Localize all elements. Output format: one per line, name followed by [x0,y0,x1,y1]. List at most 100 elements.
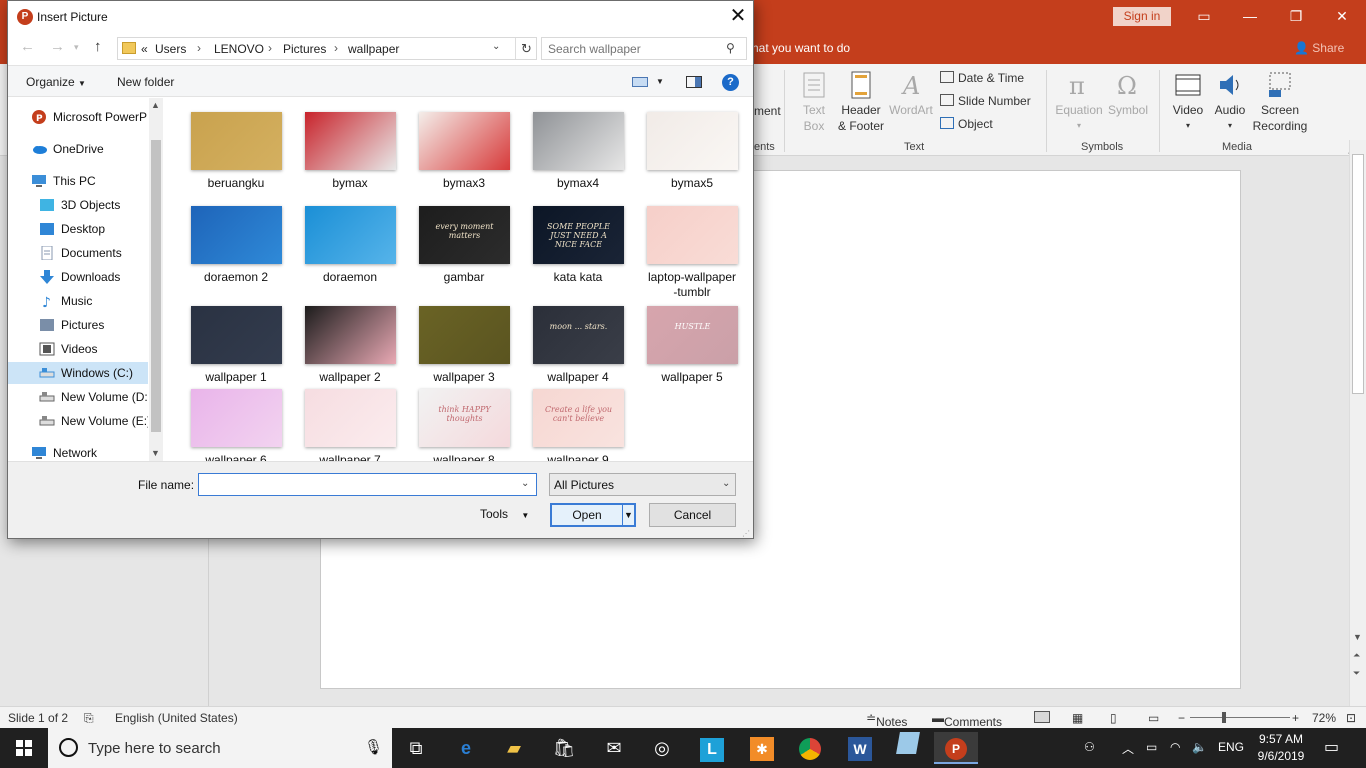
notes-button[interactable]: ≐ Notes [866,711,907,729]
search-box[interactable]: ⚲ [541,37,747,60]
search-input[interactable] [548,41,718,57]
scroll-up-icon[interactable]: ▲ [151,100,160,110]
ribbon-partial-label[interactable]: ment [754,104,781,118]
notifications-icon[interactable]: ▭ [1324,737,1339,757]
share-button[interactable]: 👤 Share [1294,41,1344,55]
refresh-icon[interactable]: ↻ [515,38,537,59]
chrome-icon[interactable] [788,732,832,764]
breadcrumb-pictures[interactable]: Pictures [283,42,326,56]
new-folder-button[interactable]: New folder [117,75,174,89]
breadcrumb-users[interactable]: Users [155,42,186,56]
file-name-input[interactable] [203,477,513,493]
minimize-icon[interactable]: — [1230,4,1270,28]
file-type-select[interactable]: All Pictures ⌄ [549,473,736,496]
xampp-icon[interactable]: ✱ [740,732,784,764]
reading-view-icon[interactable]: ▯ [1110,711,1117,725]
previous-slide-icon[interactable]: ⏶ [1353,650,1360,661]
fit-slide-icon[interactable]: ⊡ [1346,711,1356,725]
navigation-scrollbar[interactable]: ▲ ▼ [149,98,163,461]
people-icon[interactable]: ⚇ [1084,740,1095,754]
scrollbar-thumb[interactable] [151,140,161,432]
store-icon[interactable]: 🛍 [542,732,586,764]
change-view-icon[interactable] [632,77,648,87]
volume-icon[interactable]: 🔈 [1192,740,1207,754]
preview-pane-icon[interactable] [686,76,702,88]
taskbar-search-box[interactable]: Type here to search 🎙 [48,728,392,768]
zoom-level[interactable]: 72% [1312,711,1336,725]
scroll-down-icon[interactable]: ▼ [151,448,160,458]
powerpoint-taskbar-icon[interactable]: P [934,732,978,764]
notepad-icon[interactable] [886,732,930,764]
nav-item[interactable]: 3D Objects [8,194,148,216]
nav-item[interactable]: Videos [8,338,148,360]
nav-item[interactable]: New Volume (D: [8,386,148,408]
edge-icon[interactable]: e [444,732,488,764]
text-box-button[interactable]: Text Box [796,70,832,134]
object-button[interactable]: Object [940,117,993,131]
zoom-slider[interactable] [1190,717,1290,718]
nav-item[interactable]: ♪ Music [8,290,148,312]
sign-in-button[interactable]: Sign in [1113,7,1171,26]
restore-icon[interactable]: ❐ [1276,4,1316,28]
forward-arrow-icon[interactable]: → [50,38,65,55]
cancel-button[interactable]: Cancel [649,503,736,527]
scrollbar-thumb[interactable] [1352,154,1364,394]
chevron-right-icon[interactable]: › [268,41,272,55]
address-dropdown-icon[interactable]: ⌄ [492,41,500,52]
nav-item[interactable]: This PC [8,170,148,192]
chevron-right-icon[interactable]: › [197,41,201,55]
file-explorer-icon[interactable]: ▰ [492,732,536,764]
address-bar[interactable]: « Users › LENOVO › Pictures › wallpaper … [117,37,537,60]
comments-button[interactable]: ▬ Comments [932,711,1002,729]
show-hidden-icons[interactable]: ︿ [1122,740,1134,757]
breadcrumb-overflow[interactable]: « [141,42,148,56]
language-indicator[interactable]: English (United States) [115,711,238,725]
organize-button[interactable]: Organize ▼ [26,75,86,89]
tools-button[interactable]: Tools ▼ [480,507,529,521]
wordart-button[interactable]: A WordArt [888,70,934,118]
open-button[interactable]: Open ▼ [550,503,636,527]
scroll-down-icon[interactable]: ▼ [1353,632,1362,642]
slide-number-button[interactable]: Slide Number [940,94,1031,108]
nav-item[interactable]: Pictures [8,314,148,336]
battery-icon[interactable]: ▭ [1146,740,1157,754]
video-button[interactable]: Video ▾ [1168,70,1208,134]
screen-recording-button[interactable]: Screen Recording [1250,70,1310,134]
close-icon[interactable]: ✕ [726,4,750,28]
clock[interactable]: 9:57 AM 9/6/2019 [1250,731,1312,765]
slide-show-icon[interactable]: ▭ [1148,711,1159,725]
zoom-slider-handle[interactable] [1222,712,1226,723]
chevron-right-icon[interactable]: › [334,41,338,55]
nav-item[interactable]: New Volume (E:) [8,410,148,432]
l-app-icon[interactable]: L [690,732,734,764]
spelling-icon[interactable]: ⎘ [84,711,94,726]
view-options-dropdown-icon[interactable]: ▼ [656,77,664,86]
tell-me-box[interactable]: hat you want to do [752,41,850,55]
media-icon[interactable]: ◎ [640,732,684,764]
start-button[interactable] [0,728,48,768]
resize-grip-icon[interactable]: ⋰ [742,529,750,538]
chevron-down-icon[interactable]: ⌄ [521,478,529,489]
zoom-in-icon[interactable]: + [1292,711,1299,725]
breadcrumb-lenovo[interactable]: LENOVO [214,42,264,56]
up-arrow-icon[interactable]: ↑ [94,38,102,55]
header-footer-button[interactable]: Header & Footer [836,70,886,134]
slide-scrollbar[interactable]: ▲ ▼ ⏶ ⏷ [1349,140,1366,706]
nav-item[interactable]: OneDrive [8,138,148,160]
nav-item[interactable]: Windows (C:) [8,362,148,384]
ribbon-display-options-icon[interactable]: ▭ [1184,4,1224,28]
help-icon[interactable]: ? [722,74,739,91]
word-icon[interactable]: W [838,732,882,764]
zoom-out-icon[interactable]: − [1178,711,1185,725]
slide-sorter-icon[interactable]: ▦ [1072,711,1083,725]
wifi-icon[interactable]: ◠ [1170,740,1180,754]
next-slide-icon[interactable]: ⏷ [1353,668,1360,679]
back-arrow-icon[interactable]: ← [20,38,35,55]
audio-button[interactable]: Audio ▾ [1210,70,1250,134]
nav-item[interactable]: Desktop [8,218,148,240]
close-icon[interactable]: ✕ [1322,4,1362,28]
nav-item[interactable]: Documents [8,242,148,264]
symbol-button[interactable]: Ω Symbol [1106,70,1150,118]
open-options-dropdown-icon[interactable]: ▼ [622,505,634,525]
equation-button[interactable]: π Equation ▾ [1054,70,1104,134]
